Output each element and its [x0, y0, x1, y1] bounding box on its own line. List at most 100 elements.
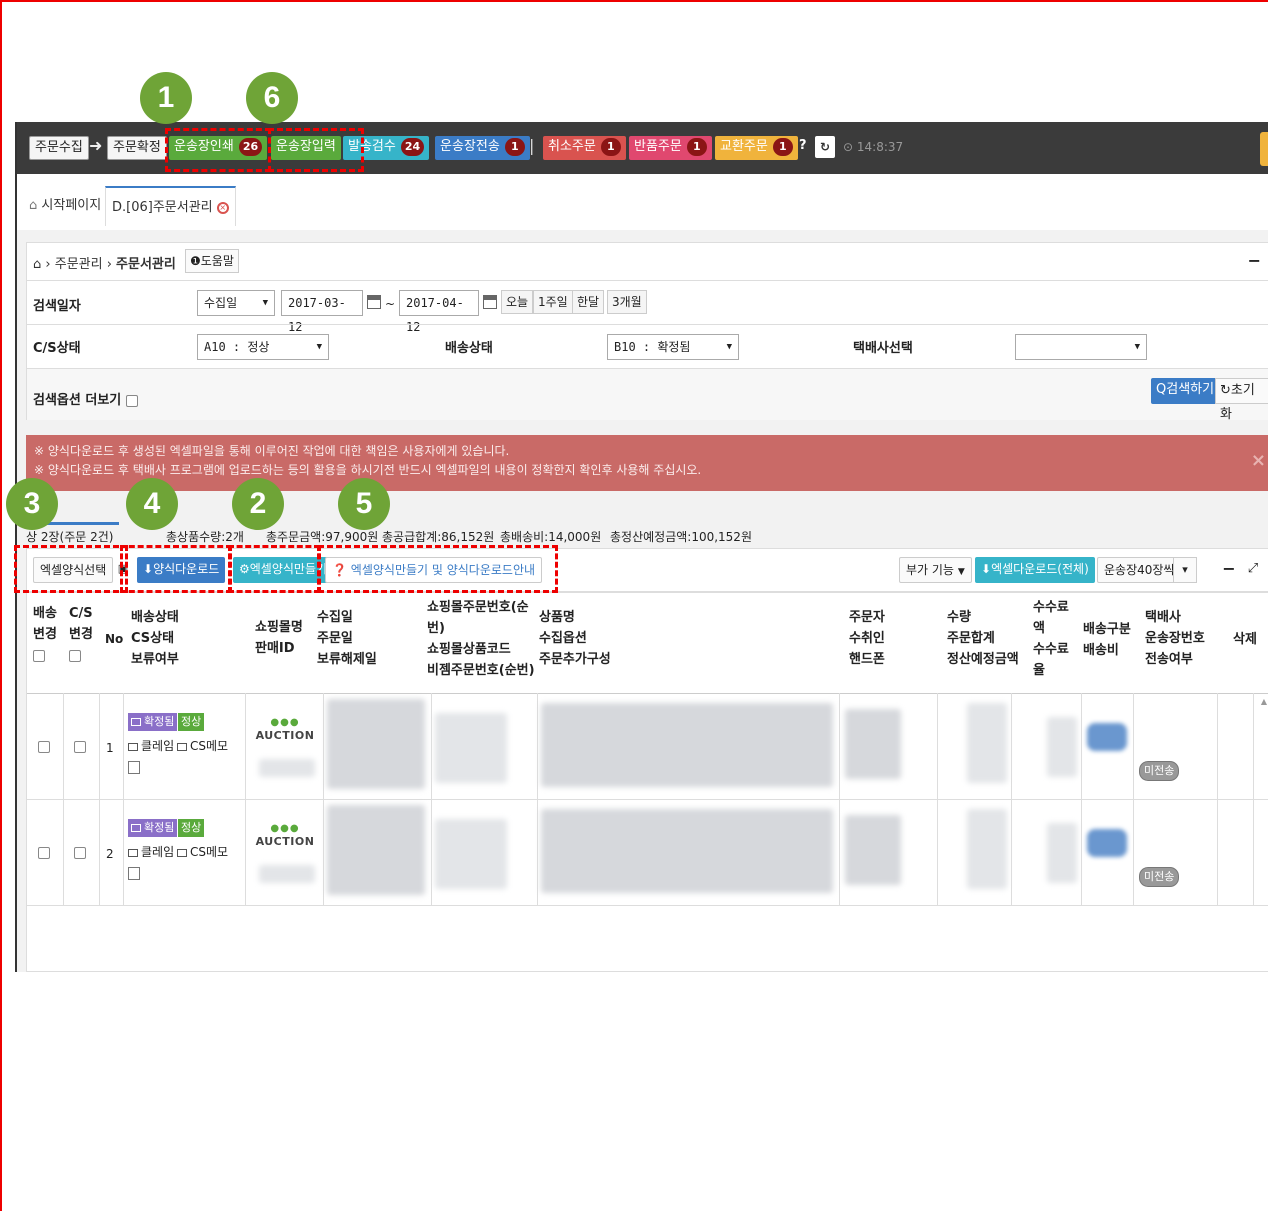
collapse-icon[interactable]: −	[1248, 251, 1261, 270]
courier-select[interactable]: ▼	[1015, 334, 1147, 360]
copy-icon[interactable]	[128, 867, 140, 880]
breadcrumb: ⌂ › 주문관리 › 주문서관리	[33, 257, 176, 272]
cancel-order-button[interactable]: 취소주문 1	[543, 136, 626, 160]
date-label: 검색일자	[33, 299, 81, 314]
cs-status-badge: 정상	[178, 819, 205, 837]
waybill-send-button[interactable]: 운송장전송 1	[435, 136, 530, 160]
ship-status-select[interactable]: B10 : 확정됨 ▼	[607, 334, 739, 360]
order-confirm-button[interactable]: 주문확정	[107, 136, 167, 160]
more-options-checkbox[interactable]	[125, 394, 138, 407]
chevron-down-icon: ▼	[316, 342, 322, 352]
waybill-send-label: 운송장전송	[440, 139, 500, 154]
header-line: 쇼핑몰주문번호(순	[427, 600, 529, 615]
header-buyer: 주문자 수취인 핸드폰	[849, 607, 885, 670]
header-line: 정산예정금액	[947, 652, 1019, 667]
cs-status-value: A10 : 정상	[204, 340, 270, 354]
highlight-waybill-input	[268, 128, 364, 172]
close-icon[interactable]: ×	[1251, 451, 1266, 470]
help-question-icon[interactable]: ?	[799, 138, 807, 153]
row-cs-checkbox[interactable]	[74, 847, 86, 859]
close-icon[interactable]: ×	[216, 201, 229, 214]
list-icon	[177, 848, 187, 857]
date-to-input[interactable]: 2017-04-12	[399, 290, 479, 334]
select-all-ship-checkbox[interactable]	[33, 649, 45, 662]
range-today-button[interactable]: 오늘	[501, 290, 534, 314]
search-button[interactable]: Q검색하기	[1151, 378, 1220, 404]
header-line: 상품명	[539, 610, 575, 625]
help-button[interactable]: ❶도움말	[185, 249, 239, 273]
return-order-count: 1	[686, 138, 707, 156]
search-panel: ⌂ › 주문관리 › 주문서관리 ❶도움말 − 검색일자 수집일 ▼ 2017-0…	[26, 242, 1268, 422]
home-icon[interactable]: ⌂	[33, 257, 41, 272]
cs-status-badge: 정상	[178, 713, 205, 731]
header-delete: 삭제	[1233, 632, 1257, 647]
exchange-order-label: 교환주문	[720, 139, 768, 154]
range-week-button[interactable]: 1주일	[533, 290, 573, 314]
extra-label: 부가 기능	[906, 563, 954, 577]
calendar-icon[interactable]	[367, 295, 381, 309]
claim-button[interactable]: 클레임	[128, 737, 174, 754]
header-line: 액	[1033, 621, 1045, 636]
dropdown-icon[interactable]: ▾	[1173, 557, 1197, 583]
blurred-seller-id	[259, 759, 315, 777]
claim-button[interactable]: 클레임	[128, 843, 174, 860]
extra-function-button[interactable]: 부가 기능 ▼	[899, 557, 972, 583]
header-line: 주문추가구성	[539, 652, 611, 667]
auction-logo: ●●● AUCTION	[249, 823, 321, 865]
header-line: 핸드폰	[849, 652, 885, 667]
reset-button[interactable]: ↻초기화	[1215, 378, 1268, 422]
copy-icon[interactable]	[128, 761, 140, 774]
header-ship-type: 배송구분 배송비	[1083, 619, 1131, 661]
ship-check-count: 24	[400, 138, 425, 156]
waybill-send-count: 1	[504, 138, 525, 156]
header-no: No	[105, 632, 124, 646]
highlight-guide	[318, 545, 558, 593]
header-product: 상품명 수집옵션 주문추가구성	[539, 607, 611, 670]
calendar-icon[interactable]	[483, 295, 497, 309]
header-dates: 수집일 주문일 보류해제일	[317, 607, 377, 670]
minimize-icon[interactable]: −	[1217, 557, 1241, 583]
auction-dots-icon: ●●●	[270, 717, 300, 728]
expand-icon[interactable]: ⤢	[1241, 557, 1265, 583]
waybill40-button[interactable]: 운송장40장씩	[1097, 557, 1182, 583]
exchange-order-button[interactable]: 교환주문 1	[715, 136, 798, 160]
row-ship-checkbox[interactable]	[38, 847, 50, 859]
cs-status-select[interactable]: A10 : 정상 ▼	[197, 334, 329, 360]
excel-download-all-button[interactable]: ⬇엑셀다운로드(전체)	[975, 557, 1095, 583]
table-row[interactable]: 1 확정됨 정상 클레임 CS메모 ●●● AUCTION 미전송	[27, 693, 1268, 799]
mall-name: AUCTION	[255, 835, 315, 848]
tab-home[interactable]: ⌂ 시작페이지	[23, 186, 107, 226]
chevron-down-icon: ▼	[726, 342, 732, 352]
ship-status-label: 배송상태	[445, 341, 493, 356]
alert-line-2: ※ 양식다운로드 후 택배사 프로그램에 업로드하는 등의 활용을 하시기전 반…	[34, 463, 702, 477]
summary-amount: 총주문금액:97,900원	[266, 530, 379, 544]
blurred-dates	[327, 805, 425, 895]
exchange-order-count: 1	[772, 138, 793, 156]
cs-status-label: C/S상태	[33, 341, 81, 356]
auction-dots-icon: ●●●	[270, 823, 300, 834]
date-type-select[interactable]: 수집일 ▼	[197, 290, 275, 316]
header-line: 주문합계	[947, 631, 995, 646]
row-ship-checkbox[interactable]	[38, 741, 50, 753]
date-from-input[interactable]: 2017-03-12	[281, 290, 363, 334]
breadcrumb-root[interactable]: 주문관리	[55, 257, 103, 272]
return-order-button[interactable]: 반품주문 1	[629, 136, 712, 160]
cs-memo-button[interactable]: CS메모	[177, 737, 228, 754]
tab-order-management[interactable]: D.[06]주문서관리 ×	[105, 186, 236, 226]
table-row[interactable]: 2 확정됨 정상 클레임 CS메모 ●●● AUCTION 미전송	[27, 799, 1268, 905]
clock-icon: ⊙	[843, 140, 854, 154]
cs-memo-button[interactable]: CS메모	[177, 843, 228, 860]
select-all-cs-checkbox[interactable]	[69, 649, 81, 662]
callout-5: 5	[338, 478, 390, 530]
unsent-badge: 미전송	[1139, 761, 1180, 781]
refresh-icon[interactable]: ↻	[815, 136, 835, 158]
range-3month-button[interactable]: 3개월	[607, 290, 647, 314]
side-panel-toggle[interactable]	[1260, 132, 1268, 166]
range-month-button[interactable]: 한달	[572, 290, 605, 314]
ship-status-text: 확정됨	[144, 821, 175, 834]
list-icon	[131, 718, 141, 726]
header-line: 운송장번호	[1145, 631, 1205, 646]
row-cs-checkbox[interactable]	[74, 741, 86, 753]
arrow-right-icon: ➜	[89, 136, 103, 155]
order-collect-button[interactable]: 주문수집	[29, 136, 89, 160]
